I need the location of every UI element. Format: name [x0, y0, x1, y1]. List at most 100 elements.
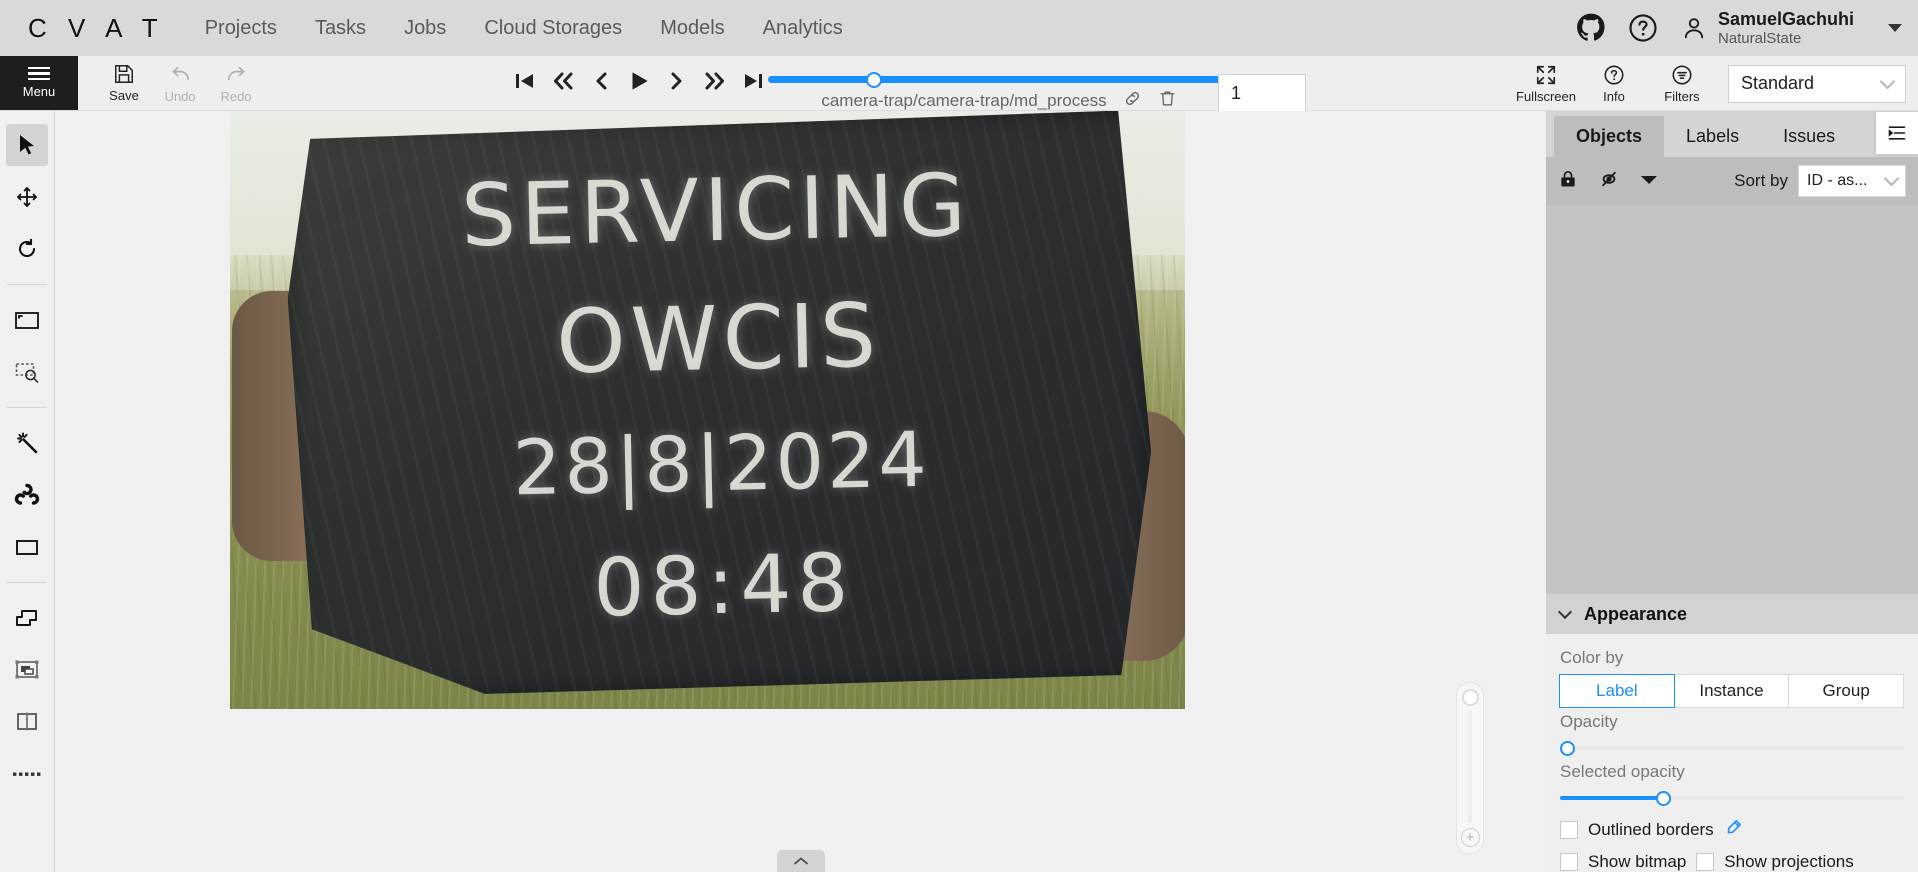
zoom-region-tool[interactable] — [6, 351, 48, 393]
tab-objects[interactable]: Objects — [1554, 116, 1665, 157]
nav-link-cloud-storages[interactable]: Cloud Storages — [484, 17, 622, 40]
last-frame-button[interactable] — [742, 69, 766, 93]
selected-opacity-label: Selected opacity — [1560, 762, 1685, 781]
magic-wand-tool[interactable] — [6, 422, 48, 464]
forward-fast-button[interactable] — [702, 69, 728, 93]
user-menu-caret-icon[interactable] — [1888, 24, 1902, 32]
redo-button-label: Redo — [220, 88, 252, 104]
nav-link-projects[interactable]: Projects — [205, 17, 277, 40]
zoom-slider-track[interactable] — [1468, 711, 1472, 823]
sort-by-select[interactable]: ID - as... — [1798, 165, 1906, 197]
outlined-borders-label: Outlined borders — [1588, 820, 1714, 839]
double-chevron-right-icon — [705, 72, 724, 90]
points-tool[interactable] — [6, 753, 48, 795]
cursor-tool[interactable] — [6, 124, 48, 166]
redo-button[interactable]: Redo — [208, 56, 264, 110]
playback-controls — [512, 68, 766, 94]
previous-frame-button[interactable] — [590, 69, 612, 93]
nav-link-tasks[interactable]: Tasks — [315, 17, 366, 40]
cvat-logo[interactable]: C V A T — [28, 13, 165, 44]
magic-wand-icon — [17, 432, 38, 454]
caret-down-icon — [1641, 176, 1657, 184]
workspace-select[interactable]: Standard — [1728, 64, 1906, 103]
hidden-eye-icon — [1602, 171, 1616, 186]
filters-icon — [1672, 65, 1692, 84]
selected-opacity-slider[interactable] — [1560, 788, 1904, 808]
double-chevron-left-icon — [554, 72, 573, 90]
opencv-tool[interactable] — [6, 474, 48, 516]
filters-button[interactable]: Filters — [1650, 64, 1714, 104]
zoom-in-button[interactable]: + — [1460, 828, 1480, 847]
color-by-label: Color by — [1560, 648, 1624, 667]
first-frame-button[interactable] — [512, 69, 536, 93]
chalk-line-2: OWCIS — [555, 283, 882, 394]
save-button-label: Save — [109, 88, 139, 103]
annotation-canvas[interactable]: SERVICING OWCIS 28|8|2024 08:48 + — [55, 111, 1546, 872]
outlined-borders-checkbox[interactable] — [1560, 821, 1578, 839]
canvas-collapse-button[interactable] — [776, 850, 825, 872]
show-projections-checkbox[interactable] — [1696, 853, 1715, 871]
nav-link-analytics[interactable]: Analytics — [763, 17, 843, 40]
opacity-slider[interactable] — [1560, 738, 1904, 758]
frame-number-input[interactable]: 1 — [1218, 74, 1306, 112]
frame-image[interactable]: SERVICING OWCIS 28|8|2024 08:48 — [230, 111, 1185, 709]
chalk-line-3: 28|8|2024 — [512, 414, 931, 513]
toolbar-right-group: Fullscreen Info Filters Standard — [1514, 56, 1906, 111]
left-tool-rail — [0, 111, 55, 872]
objects-list[interactable] — [1546, 205, 1918, 594]
delete-frame-icon[interactable] — [1158, 89, 1177, 113]
save-icon — [115, 65, 133, 83]
move-icon — [17, 187, 37, 207]
collapse-sidebar-button[interactable] — [1876, 112, 1918, 154]
save-button[interactable]: Save — [96, 56, 152, 110]
back-fast-button[interactable] — [550, 69, 576, 93]
appearance-section-body: Color by Label Instance Group Opacity Se… — [1546, 634, 1918, 872]
nav-link-jobs[interactable]: Jobs — [404, 17, 446, 40]
fit-image-tool[interactable] — [6, 299, 48, 341]
color-by-instance-option[interactable]: Instance — [1673, 674, 1790, 708]
opacity-slider-handle[interactable] — [1560, 740, 1575, 756]
copy-link-icon[interactable] — [1123, 89, 1142, 113]
chevron-down-icon — [1557, 604, 1573, 620]
fullscreen-icon — [1536, 65, 1556, 84]
rotate-tool[interactable] — [6, 228, 48, 270]
next-frame-button[interactable] — [666, 69, 688, 93]
tab-labels[interactable]: Labels — [1664, 116, 1761, 157]
rectangle-tool[interactable] — [6, 526, 48, 568]
nav-link-models[interactable]: Models — [660, 17, 724, 40]
undo-button[interactable]: Undo — [152, 56, 208, 110]
tag-tool[interactable] — [6, 649, 48, 691]
user-organization: NaturalState — [1717, 29, 1802, 47]
split-tool[interactable] — [6, 701, 48, 743]
color-by-label-option[interactable]: Label — [1559, 674, 1675, 708]
workspace-select-value: Standard — [1741, 73, 1815, 93]
color-picker-icon[interactable] — [1724, 818, 1743, 842]
show-bitmap-checkbox[interactable] — [1560, 853, 1578, 871]
user-menu[interactable]: SamuelGachuhi NaturalState — [1680, 9, 1854, 47]
help-icon[interactable] — [1628, 13, 1658, 43]
rectangle-icon — [16, 540, 38, 555]
play-icon — [632, 72, 648, 90]
canvas-zoom-slider[interactable]: + — [1456, 682, 1484, 854]
fullscreen-button[interactable]: Fullscreen — [1514, 64, 1578, 104]
github-icon[interactable] — [1576, 13, 1606, 43]
zoom-slider-handle[interactable] — [1461, 689, 1479, 706]
frame-meta: camera-trap/camera-trap/md_process — [821, 89, 1176, 113]
color-by-group-option[interactable]: Group — [1788, 674, 1905, 708]
opacity-slider-rail — [1560, 746, 1904, 750]
polygon-tool[interactable] — [6, 597, 48, 639]
lock-all-icon[interactable] — [1558, 169, 1578, 194]
collapse-all-icon[interactable] — [1640, 172, 1658, 190]
hide-all-icon[interactable] — [1598, 169, 1620, 194]
info-button[interactable]: Info — [1582, 64, 1646, 104]
play-button[interactable] — [626, 68, 652, 94]
selected-opacity-slider-handle[interactable] — [1656, 790, 1672, 806]
right-panel-tabs: Objects Labels Issues — [1546, 111, 1918, 157]
menu-button[interactable]: Menu — [0, 56, 78, 110]
frame-slider-handle[interactable] — [866, 71, 883, 88]
frame-slider[interactable] — [768, 71, 1230, 88]
tab-issues[interactable]: Issues — [1761, 116, 1857, 157]
filters-button-label: Filters — [1664, 88, 1700, 104]
move-tool[interactable] — [6, 176, 48, 218]
appearance-section-header[interactable]: Appearance — [1546, 594, 1918, 634]
